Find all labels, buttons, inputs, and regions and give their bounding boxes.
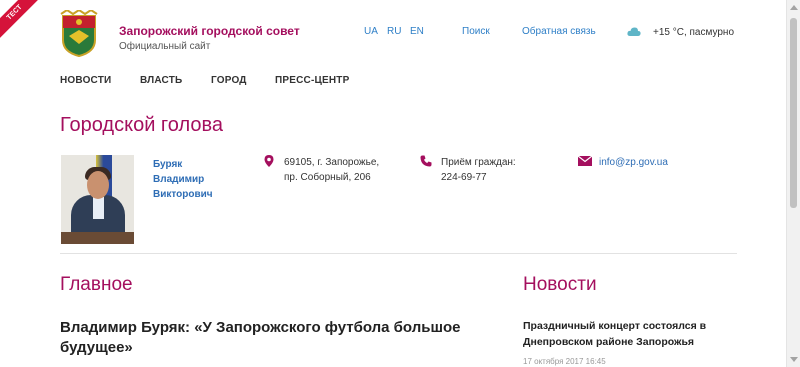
weather-text: +15 °C, пасмурно <box>653 27 735 38</box>
mayor-surname[interactable]: Буряк <box>153 157 213 172</box>
scroll-up-icon[interactable] <box>790 5 798 10</box>
page-title: Городской голова <box>60 114 223 136</box>
scrollbar-thumb[interactable] <box>790 18 797 208</box>
news-item-date: 17 октября 2017 16:45 <box>523 357 606 366</box>
test-ribbon: ТЕСТ <box>0 0 42 40</box>
reception-phone[interactable]: 224-69-77 <box>441 170 516 185</box>
lead-article-title[interactable]: Владимир Буряк: «У Запорожского футбола … <box>60 318 490 358</box>
nav-press-center[interactable]: ПРЕСС-ЦЕНТР <box>275 75 349 86</box>
main-section-title: Главное <box>60 274 133 295</box>
mayor-patronymic[interactable]: Викторович <box>153 187 213 202</box>
mayor-first-name[interactable]: Владимир <box>153 172 213 187</box>
nav-news[interactable]: НОВОСТИ <box>60 75 111 86</box>
mayor-name-link[interactable]: Буряк Владимир Викторович <box>153 157 213 202</box>
cloud-icon <box>627 27 641 36</box>
reception-info: Приём граждан: 224-69-77 <box>441 155 516 185</box>
nav-government[interactable]: ВЛАСТЬ <box>140 75 182 86</box>
mayor-photo[interactable] <box>61 155 134 244</box>
scroll-down-icon[interactable] <box>790 357 798 362</box>
city-coat-of-arms-logo[interactable] <box>59 10 99 58</box>
search-link[interactable]: Поиск <box>462 26 490 37</box>
nav-city[interactable]: ГОРОД <box>211 75 247 86</box>
reception-label: Приём граждан: <box>441 157 516 168</box>
site-subtitle: Официальный сайт <box>119 41 211 52</box>
email-icon <box>578 156 592 166</box>
phone-icon <box>420 155 432 167</box>
email-link[interactable]: info@zp.gov.ua <box>599 155 668 170</box>
news-item-title[interactable]: Праздничный концерт состоялся в Днепровс… <box>523 318 738 350</box>
section-divider <box>60 253 737 254</box>
location-pin-icon <box>264 155 274 167</box>
feedback-link[interactable]: Обратная связь <box>522 26 596 37</box>
address-line-1: 69105, г. Запорожье, <box>284 157 380 168</box>
lang-ua-link[interactable]: UA <box>364 26 378 37</box>
news-section-title[interactable]: Новости <box>523 274 597 296</box>
address-line-2: пр. Соборный, 206 <box>284 172 371 183</box>
lang-ru-link[interactable]: RU <box>387 26 401 37</box>
address-text: 69105, г. Запорожье, пр. Соборный, 206 <box>284 155 379 185</box>
page-scrollbar[interactable] <box>786 0 800 367</box>
lang-en-link[interactable]: EN <box>410 26 424 37</box>
site-title[interactable]: Запорожский городской совет <box>119 24 300 38</box>
